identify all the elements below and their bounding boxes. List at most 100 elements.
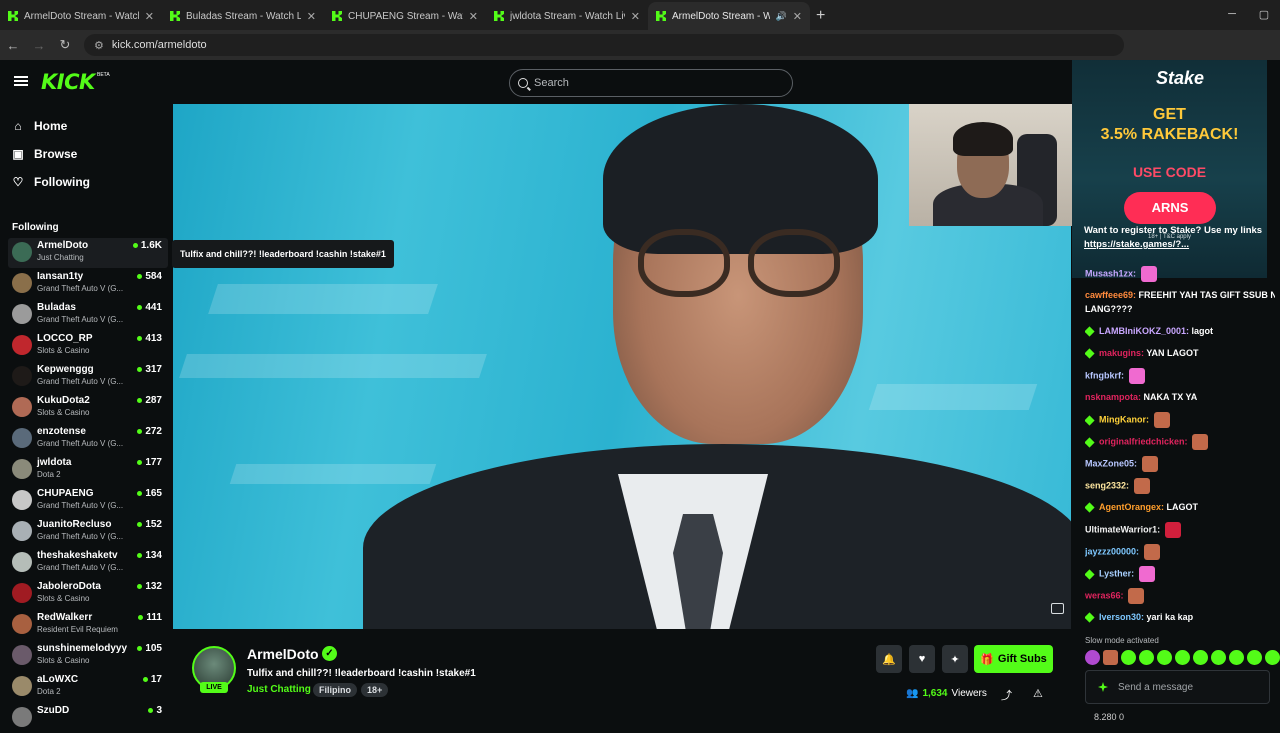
close-tab-icon[interactable]: ✕ (145, 10, 154, 23)
close-tab-icon[interactable]: ✕ (793, 10, 802, 23)
webcam-overlay (909, 104, 1072, 226)
followed-channel[interactable]: RedWalkerr Resident Evil Requiem 111 (8, 610, 168, 640)
picture-in-picture-icon[interactable] (1051, 603, 1064, 614)
followed-channel[interactable]: Buladas Grand Theft Auto V (G... 441 (8, 300, 168, 330)
followed-channel[interactable]: ArmelDoto Just Chatting 1.6K (8, 238, 168, 268)
close-tab-icon[interactable]: ✕ (469, 10, 478, 23)
sidebar-item-following[interactable]: ♡ Following (12, 175, 90, 189)
emote-icon[interactable] (1211, 650, 1226, 665)
followed-channel[interactable]: Iansan1ty Grand Theft Auto V (G... 584 (8, 269, 168, 299)
followed-channel[interactable]: Kepwenggg Grand Theft Auto V (G... 317 (8, 362, 168, 392)
chat-username[interactable]: UltimateWarrior1: (1085, 524, 1160, 534)
tag-language[interactable]: Filipino (313, 683, 357, 697)
channel-avatar (12, 428, 32, 448)
chat-username[interactable]: Lysther: (1099, 568, 1134, 578)
followed-channel[interactable]: JuanitoRecluso Grand Theft Auto V (G... … (8, 517, 168, 547)
menu-icon[interactable] (14, 76, 28, 86)
channel-viewer-count: 272 (145, 426, 162, 437)
chat-username[interactable]: nsknampota: (1085, 392, 1141, 402)
browser-tab[interactable]: ArmelDoto Stream - Watch Live ✕ (0, 2, 162, 30)
emote-icon[interactable] (1139, 650, 1154, 665)
followed-channel[interactable]: jwldota Dota 2 177 (8, 455, 168, 485)
streamer-name[interactable]: ArmelDoto (247, 646, 319, 662)
url-field[interactable]: ⚙ kick.com/armeldoto (84, 34, 1124, 56)
ad-line-1: GET (1153, 106, 1186, 123)
channel-avatar (12, 335, 32, 355)
followed-channel[interactable]: enzotense Grand Theft Auto V (G... 272 (8, 424, 168, 454)
chat-username[interactable]: Musash1zx: (1085, 268, 1136, 278)
chat-username[interactable]: kfngbkrf: (1085, 370, 1124, 380)
emote-icon[interactable] (1175, 650, 1190, 665)
emote-icon[interactable] (1265, 650, 1280, 665)
chat-username[interactable]: makugins: (1099, 348, 1144, 358)
sidebar-item-label: Browse (34, 147, 78, 161)
minimize-icon[interactable]: ─ (1216, 0, 1248, 28)
sidebar-item-home[interactable]: ⌂ Home (12, 119, 67, 133)
chat-username[interactable]: originalfriedchicken: (1099, 436, 1188, 446)
kick-logo[interactable]: KICK (41, 70, 95, 94)
ad-code-button[interactable]: ARNS (1124, 192, 1216, 224)
channel-name: jwldota (37, 457, 72, 468)
chat-message-input[interactable]: Send a message (1085, 670, 1270, 704)
chat-username[interactable]: AgentOrangex: (1099, 502, 1164, 512)
chat-username[interactable]: jayzzz00000: (1085, 546, 1139, 556)
live-dot-icon (137, 460, 143, 465)
gift-subs-button[interactable]: 🎁 Gift Subs (974, 645, 1053, 673)
chat-username[interactable]: cawffeee69: (1085, 290, 1136, 300)
search-input[interactable]: Search (509, 69, 793, 97)
followed-channel[interactable]: LOCCO_RP Slots & Casino 413 (8, 331, 168, 361)
tag-maturity[interactable]: 18+ (361, 683, 389, 697)
sidebar-item-label: Home (34, 119, 68, 133)
channel-category: Grand Theft Auto V (G... (37, 377, 124, 386)
chat-username[interactable]: MaxZone05: (1085, 458, 1137, 468)
new-tab-icon[interactable]: + (816, 2, 825, 30)
kick-favicon-icon (8, 11, 18, 21)
browser-tab[interactable]: Buladas Stream - Watch Live on ✕ (162, 2, 324, 30)
back-icon[interactable]: ← (0, 38, 26, 53)
browser-tab[interactable]: jwldota Stream - Watch Live on ✕ (486, 2, 648, 30)
forward-icon[interactable]: → (26, 38, 52, 53)
emote-icon[interactable] (1085, 650, 1100, 665)
speaker-icon[interactable]: 🔊 (776, 11, 787, 22)
chat-username[interactable]: seng2332: (1085, 480, 1129, 490)
og-badge-icon (1085, 348, 1095, 359)
chat-username[interactable]: weras66: (1085, 590, 1124, 600)
chat-username[interactable]: Iverson30: (1099, 612, 1144, 622)
close-tab-icon[interactable]: ✕ (307, 10, 316, 23)
promo-link[interactable]: https://stake.games/?... (1084, 239, 1189, 250)
chat-username[interactable]: MingKanor: (1099, 414, 1149, 424)
site-info-icon[interactable]: ⚙ (94, 39, 104, 52)
emote-icon[interactable] (1247, 650, 1262, 665)
followed-channel[interactable]: JaboleroDota Slots & Casino 132 (8, 579, 168, 609)
chat-emote-icon (1140, 266, 1157, 282)
emote-icon[interactable] (1103, 650, 1118, 665)
stream-category-link[interactable]: Just Chatting (247, 684, 311, 695)
emote-icon[interactable] (1229, 650, 1244, 665)
reload-icon[interactable]: ↻ (52, 37, 78, 53)
followed-channel[interactable]: SzuDD 3 (8, 703, 168, 733)
report-icon[interactable]: ⚠ (1033, 687, 1043, 700)
followed-channel[interactable]: sunshinemelodyyy Slots & Casino 105 (8, 641, 168, 671)
browser-tab-active[interactable]: ArmelDoto Stream - Watch 🔊 ✕ (648, 2, 810, 30)
maximize-icon[interactable]: ▢ (1248, 0, 1280, 28)
followed-channel[interactable]: aLoWXC Dota 2 17 (8, 672, 168, 702)
channel-category: Slots & Casino (37, 594, 90, 603)
close-tab-icon[interactable]: ✕ (631, 10, 640, 23)
sidebar-item-browse[interactable]: ▣ Browse (12, 147, 77, 161)
emote-icon[interactable] (1121, 650, 1136, 665)
followed-channel[interactable]: CHUPAENG Grand Theft Auto V (G... 165 (8, 486, 168, 516)
sparkle-button[interactable]: ✦ (942, 645, 968, 673)
channel-viewers: 17 (142, 674, 162, 685)
follow-button[interactable]: ♥ (909, 645, 935, 673)
stream-title: Tulfix and chill??! !leaderboard !cashin… (247, 668, 476, 679)
chat-username[interactable]: LAMBIniKOKZ_0001: (1099, 326, 1189, 336)
chat-panel: Stake GET 3.5% RAKEBACK! USE CODE ARNS 1… (1072, 60, 1280, 720)
followed-channel[interactable]: KukuDota2 Slots & Casino 287 (8, 393, 168, 423)
channel-viewers: 3 (148, 705, 162, 716)
notification-bell-button[interactable]: 🔔 (876, 645, 902, 673)
emote-icon[interactable] (1157, 650, 1172, 665)
share-icon[interactable]: ⤴ (1001, 687, 1012, 703)
followed-channel[interactable]: theshakeshaketv Grand Theft Auto V (G...… (8, 548, 168, 578)
browser-tab[interactable]: CHUPAENG Stream - Watch Live ✕ (324, 2, 486, 30)
emote-icon[interactable] (1193, 650, 1208, 665)
